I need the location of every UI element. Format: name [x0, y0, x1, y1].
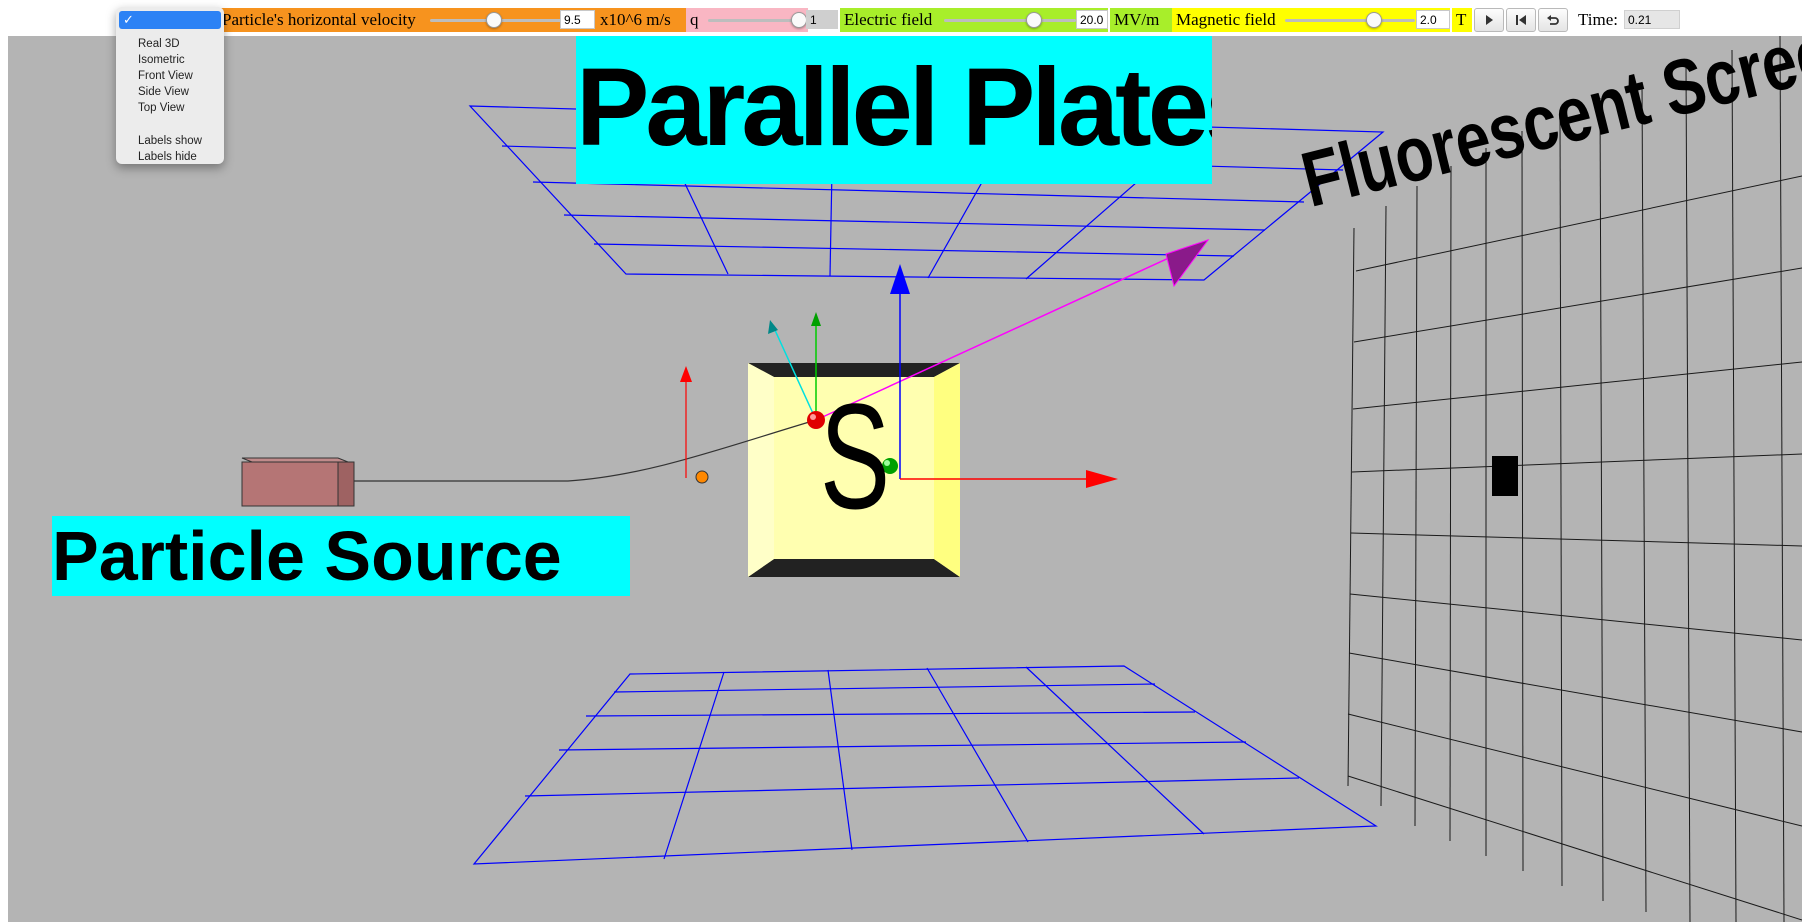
step-back-button[interactable] [1506, 8, 1536, 32]
play-button[interactable] [1474, 8, 1504, 32]
charge-input[interactable]: 1 [806, 10, 838, 29]
play-icon [1486, 15, 1493, 25]
view-mode-menu[interactable]: ✓ Real 3D Isometric Front View Side View… [116, 7, 224, 164]
menu-item-labels-hide[interactable]: Labels hide [138, 150, 197, 165]
electric-unit: MV/m [1114, 10, 1160, 29]
menu-item-labels-show[interactable]: Labels show [138, 134, 202, 149]
magnetic-input[interactable]: 2.0 [1416, 10, 1450, 29]
check-icon: ✓ [123, 12, 134, 27]
velocity-input[interactable]: 9.5 [560, 10, 595, 29]
magnetic-slider-thumb[interactable] [1366, 12, 1382, 28]
magnetic-slider-track[interactable] [1285, 19, 1415, 22]
velocity-label: Particle's horizontal velocity [222, 10, 416, 29]
electric-slider-thumb[interactable] [1026, 12, 1042, 28]
menu-item-selected[interactable]: ✓ [119, 11, 221, 29]
electric-label: Electric field [844, 10, 933, 29]
velocity-unit-segment: x10^6 m/s [596, 8, 686, 32]
reset-button[interactable] [1538, 8, 1568, 32]
menu-item-isometric[interactable]: Isometric [138, 53, 185, 68]
menu-item-top-view[interactable]: Top View [138, 101, 184, 116]
menu-item-real-3d[interactable]: Real 3D [138, 37, 180, 52]
magnetic-unit: T [1456, 10, 1467, 29]
simulation-canvas[interactable]: Parallel Plates Particle Source S Fluore… [8, 7, 1802, 922]
charge-slider-track[interactable] [708, 19, 804, 22]
step-back-icon [1516, 15, 1526, 25]
electric-unit-segment: MV/m [1110, 8, 1172, 32]
electric-slider-track[interactable] [944, 19, 1076, 22]
magnetic-unit-segment: T [1452, 8, 1472, 32]
magnetic-label: Magnetic field [1176, 10, 1276, 29]
menu-item-side-view[interactable]: Side View [138, 85, 189, 100]
parallel-plates-title: Parallel Plates [576, 36, 1212, 184]
velocity-slider-thumb[interactable] [486, 12, 502, 28]
particle-orange [695, 470, 709, 484]
charge-slider-thumb[interactable] [791, 12, 807, 28]
menu-item-front-view[interactable]: Front View [138, 69, 193, 84]
particle-source-title: Particle Source [52, 516, 630, 596]
charge-label: q [690, 10, 699, 29]
electric-input[interactable]: 20.0 [1076, 10, 1108, 29]
reset-icon [1547, 15, 1559, 25]
box-letter: S [820, 372, 891, 540]
particle-source [241, 457, 355, 507]
toolbar: Particle's horizontal velocity 9.5 x10^6… [0, 0, 1802, 38]
time-label: Time: [1578, 10, 1619, 29]
velocity-unit: x10^6 m/s [600, 10, 671, 29]
time-value: 0.21 [1624, 10, 1680, 29]
impact-spot [1492, 456, 1518, 496]
